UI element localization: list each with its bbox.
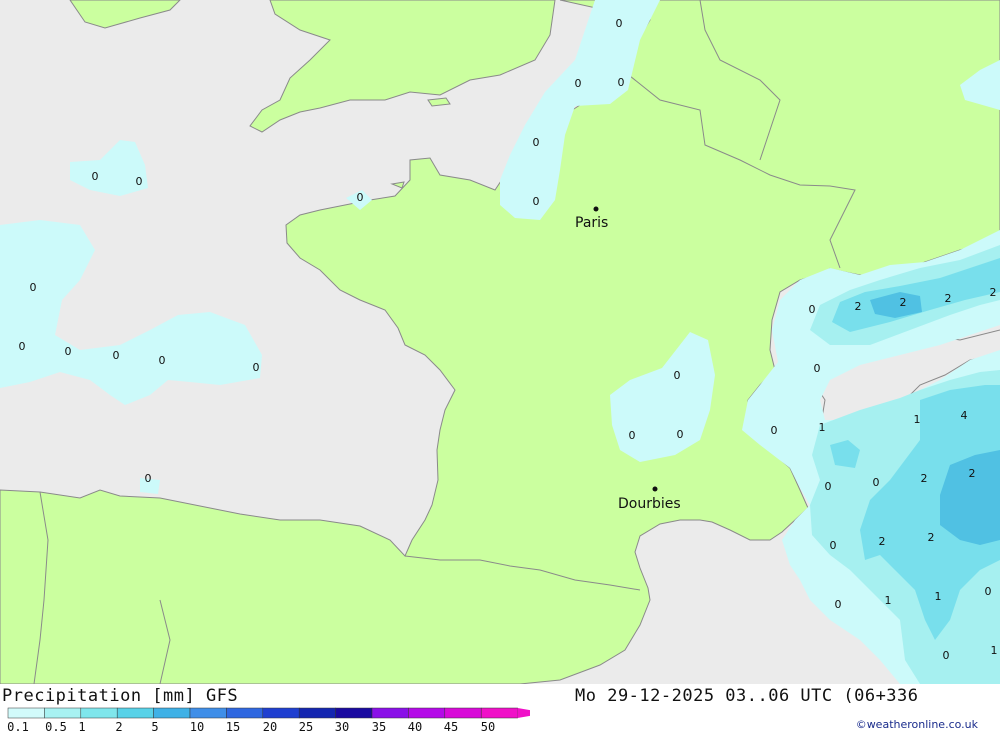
value-label: 0 (616, 17, 623, 30)
value-label: 0 (30, 281, 37, 294)
value-label: 2 (928, 531, 935, 544)
map-title: Precipitation [mm] GFS (2, 686, 239, 706)
scale-arrow (517, 708, 530, 718)
scale-label: 15 (225, 720, 241, 734)
value-label: 1 (885, 594, 892, 607)
value-label: 4 (961, 409, 968, 422)
value-label: 0 (809, 303, 816, 316)
value-label: 1 (935, 590, 942, 603)
value-label: 2 (945, 292, 952, 305)
value-label: 0 (65, 345, 72, 358)
scale-label: 0.1 (7, 720, 29, 734)
scale-label: 35 (371, 720, 387, 734)
scale-label: 2 (115, 720, 123, 734)
value-label: 0 (253, 361, 260, 374)
city-label-dourbies: Dourbies (618, 496, 681, 512)
value-label: 2 (969, 467, 976, 480)
value-label: 1 (991, 644, 998, 657)
value-label: 0 (533, 136, 540, 149)
scale-label: 1 (78, 720, 86, 734)
scale-swatch (44, 707, 82, 719)
scale-label: 0.5 (45, 720, 67, 734)
color-scale (7, 707, 530, 719)
scale-swatch (80, 707, 118, 719)
value-label: 0 (92, 170, 99, 183)
value-label: 0 (835, 598, 842, 611)
scale-swatch (444, 707, 482, 719)
island (427, 97, 451, 107)
scale-label: 50 (480, 720, 496, 734)
value-label: 0 (629, 429, 636, 442)
scale-swatch (480, 707, 518, 719)
scale-swatch (116, 707, 154, 719)
scale-swatch (153, 707, 191, 719)
scale-swatch (226, 707, 264, 719)
precipitation-map: 0 0 0 0 0 0 0 0 0 0 0 0 0 0 0 0 0 0 0 0 … (0, 0, 1000, 684)
value-label: 0 (136, 175, 143, 188)
value-label: 0 (19, 340, 26, 353)
value-label: 0 (575, 77, 582, 90)
scale-label: 30 (334, 720, 350, 734)
value-label: 2 (990, 286, 997, 299)
value-label: 0 (825, 480, 832, 493)
scale-swatch (7, 707, 45, 719)
value-label: 0 (677, 428, 684, 441)
map-datetime: Mo 29-12-2025 03..06 UTC (06+336 (575, 686, 919, 706)
scale-swatch (335, 707, 373, 719)
scale-label: 25 (298, 720, 314, 734)
value-label: 0 (533, 195, 540, 208)
scale-label: 20 (262, 720, 278, 734)
value-label: 2 (900, 296, 907, 309)
scale-label: 10 (189, 720, 205, 734)
value-label: 1 (819, 421, 826, 434)
value-label: 0 (771, 424, 778, 437)
value-label: 0 (830, 539, 837, 552)
city-marker-dourbies (652, 486, 658, 492)
value-label: 0 (873, 476, 880, 489)
scale-label: 5 (151, 720, 159, 734)
scale-swatch (298, 707, 336, 719)
scale-label: 45 (443, 720, 459, 734)
value-label: 0 (943, 649, 950, 662)
value-label: 0 (618, 76, 625, 89)
value-label: 0 (357, 191, 364, 204)
value-label: 0 (674, 369, 681, 382)
value-label: 2 (879, 535, 886, 548)
value-label: 1 (914, 413, 921, 426)
value-label: 0 (113, 349, 120, 362)
scale-swatch (371, 707, 409, 719)
value-label: 0 (985, 585, 992, 598)
value-label: 0 (145, 472, 152, 485)
value-label: 2 (855, 300, 862, 313)
city-label-paris: Paris (575, 215, 608, 231)
scale-swatch (262, 707, 300, 719)
value-label: 2 (921, 472, 928, 485)
scale-swatch (189, 707, 227, 719)
city-marker-paris (593, 206, 599, 212)
value-label: 0 (159, 354, 166, 367)
scale-swatch (408, 707, 446, 719)
credit-link[interactable]: ©weatheronline.co.uk (856, 718, 978, 731)
scale-label: 40 (407, 720, 423, 734)
value-label: 0 (814, 362, 821, 375)
